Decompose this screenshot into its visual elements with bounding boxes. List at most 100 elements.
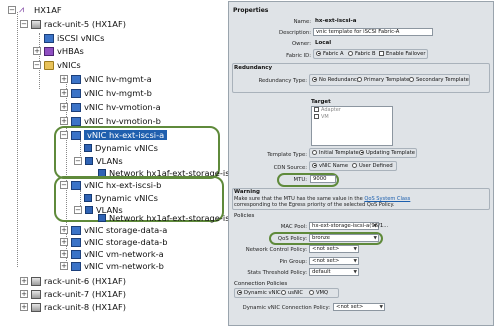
vlan-icon [85,206,93,214]
dynamic-vnic-radio[interactable]: Dynamic vNIC [237,289,281,296]
nic-icon [71,225,81,235]
radio-label: No Redundancy [319,77,360,83]
cdn-user-defined-radio[interactable]: User Defined [352,162,393,169]
expand-toggle[interactable]: + [20,303,28,311]
tree-node-vnic[interactable]: + vNIC vm-network-a [60,248,164,260]
tree-node-network[interactable]: Network hx1af-ext-storage-iscsi-b [98,212,249,224]
description-input[interactable]: vnic template for iSCSI Fabric-A [313,28,433,36]
nic-icon [71,130,81,140]
radio-icon [309,289,314,295]
folder-icon [44,60,54,70]
owner-label: Owner: [292,41,311,47]
collapse-toggle[interactable]: − [74,206,82,214]
radio-label: Updating Template [366,150,415,156]
tree-node-vnic[interactable]: − vNIC hx-ext-iscsi-b [60,179,161,191]
name-label: Name: [293,19,311,25]
radio-icon [352,162,357,168]
tree-label: rack-unit-8 (HX1AF) [44,302,126,312]
owner-value: Local [315,40,332,46]
tree-node-dynamic-vnics[interactable]: Dynamic vNICs [84,192,158,204]
expand-toggle[interactable]: + [60,103,68,111]
vmq-radio[interactable]: VMQ [309,289,328,296]
initial-template-radio[interactable]: Initial Template [312,149,359,156]
tree-label: rack-unit-6 (HX1AF) [44,276,126,286]
enable-failover-checkbox[interactable]: Enable Failover [379,50,425,57]
expand-toggle[interactable]: + [60,250,68,258]
cdn-source-label: CDN Source: [273,165,307,171]
qos-system-class-link[interactable]: QoS System Class [364,196,410,202]
tree-label: VLANs [96,156,123,166]
dropdown-value: bronze [312,235,331,241]
tree-node-vnics[interactable]: − vNICs [33,59,81,71]
stats-threshold-policy-dropdown[interactable]: default ▼ [309,268,359,276]
tree-node-iscsi-vnics[interactable]: iSCSI vNICs [44,32,104,44]
tree-node-vnic[interactable]: + vNIC hv-mgmt-a [60,73,152,85]
warning-text-part: corresponding to the Egress priority of … [234,202,395,209]
tree-node-root[interactable]: − ⩘ HX1AF [8,4,62,16]
expand-toggle[interactable]: + [60,262,68,270]
radio-selected-icon [237,289,242,295]
collapse-toggle[interactable]: − [60,181,68,189]
radio-label: Fabric B [355,51,376,57]
tree-label: vNIC hx-ext-iscsi-b [84,180,162,190]
usnic-radio[interactable]: usNIC [281,289,303,296]
tree-node-rack-unit[interactable]: + rack-unit-7 (HX1AF) [20,288,126,300]
cdn-vnic-name-radio[interactable]: vNIC Name [312,162,348,169]
expand-toggle[interactable]: + [60,89,68,97]
tree-node-vlans[interactable]: − VLANs [74,155,123,167]
tree-node-vhbas[interactable]: + vHBAs [33,45,84,57]
tree-label: rack-unit-5 (HX1AF) [44,19,126,29]
radio-label: Fabric A [323,51,344,57]
network-icon [98,214,106,222]
collapse-toggle[interactable]: − [8,6,16,14]
network-control-policy-dropdown[interactable]: <not set> ▼ [309,245,359,253]
dynamic-vnic-connection-policy-dropdown[interactable]: <not set> ▼ [333,303,385,311]
collapse-toggle[interactable]: − [33,61,41,69]
tree-node-vnic-selected[interactable]: − vNIC hx-ext-iscsi-a [60,129,168,141]
dropdown-value: <not set> [336,304,364,310]
expand-toggle[interactable]: + [20,277,28,285]
tree-node-vnic[interactable]: + vNIC storage-data-b [60,236,167,248]
qos-policy-label: QoS Policy: [277,236,307,242]
fabric-b-radio[interactable]: Fabric B [348,50,376,57]
expand-toggle[interactable]: + [20,290,28,298]
expand-toggle[interactable]: + [60,226,68,234]
no-redundancy-radio[interactable]: No Redundancy [312,76,360,83]
expand-toggle[interactable]: + [60,75,68,83]
collapse-toggle[interactable]: − [20,20,28,28]
tree-node-rack-unit[interactable]: + rack-unit-8 (HX1AF) [20,301,126,313]
nic-icon [71,180,81,190]
fabric-a-radio[interactable]: Fabric A [316,50,344,57]
mtu-input[interactable]: 9000 [310,175,336,183]
tree-node-vnic[interactable]: + vNIC storage-data-a [60,224,167,236]
primary-template-radio[interactable]: Primary Template [357,76,409,83]
pin-group-dropdown[interactable]: <not set> ▼ [309,257,359,265]
checkbox-icon [314,113,319,119]
secondary-template-radio[interactable]: Secondary Template [409,76,469,83]
tree-node-vnic[interactable]: + vNIC hv-mgmt-b [60,87,152,99]
tree-node-dynamic-vnics[interactable]: Dynamic vNICs [84,142,158,154]
target-list[interactable]: Adapter VM [311,106,393,146]
tree-label: vNIC vm-network-a [84,249,164,259]
mac-pool-dropdown[interactable]: hx-ext-storage-iscsi-a(96/1... ▼ [309,222,388,230]
expand-toggle[interactable]: + [60,117,68,125]
radio-icon [312,149,317,155]
network-control-policy-label: Network Control Policy: [245,247,307,253]
target-item[interactable]: VM [312,113,392,121]
tree-node-vnic[interactable]: + vNIC vm-network-b [60,260,164,272]
nic-icon [71,102,81,112]
collapse-toggle[interactable]: − [74,157,82,165]
description-label: Description: [279,30,311,36]
radio-selected-icon [312,76,317,82]
target-item[interactable]: Adapter [312,106,392,114]
tree-node-rack-unit-5[interactable]: − rack-unit-5 (HX1AF) [20,18,126,30]
qos-policy-dropdown[interactable]: bronze ▼ [309,234,379,242]
collapse-toggle[interactable]: − [60,131,68,139]
updating-template-radio[interactable]: Updating Template [359,149,415,156]
tree-node-rack-unit[interactable]: + rack-unit-6 (HX1AF) [20,275,126,287]
warning-text-part: Make sure that the MTU has the same valu… [234,196,365,202]
radio-label: Dynamic vNIC [244,290,281,296]
tree-node-vnic[interactable]: + vNIC hv-vmotion-a [60,101,161,113]
expand-toggle[interactable]: + [33,47,41,55]
expand-toggle[interactable]: + [60,238,68,246]
